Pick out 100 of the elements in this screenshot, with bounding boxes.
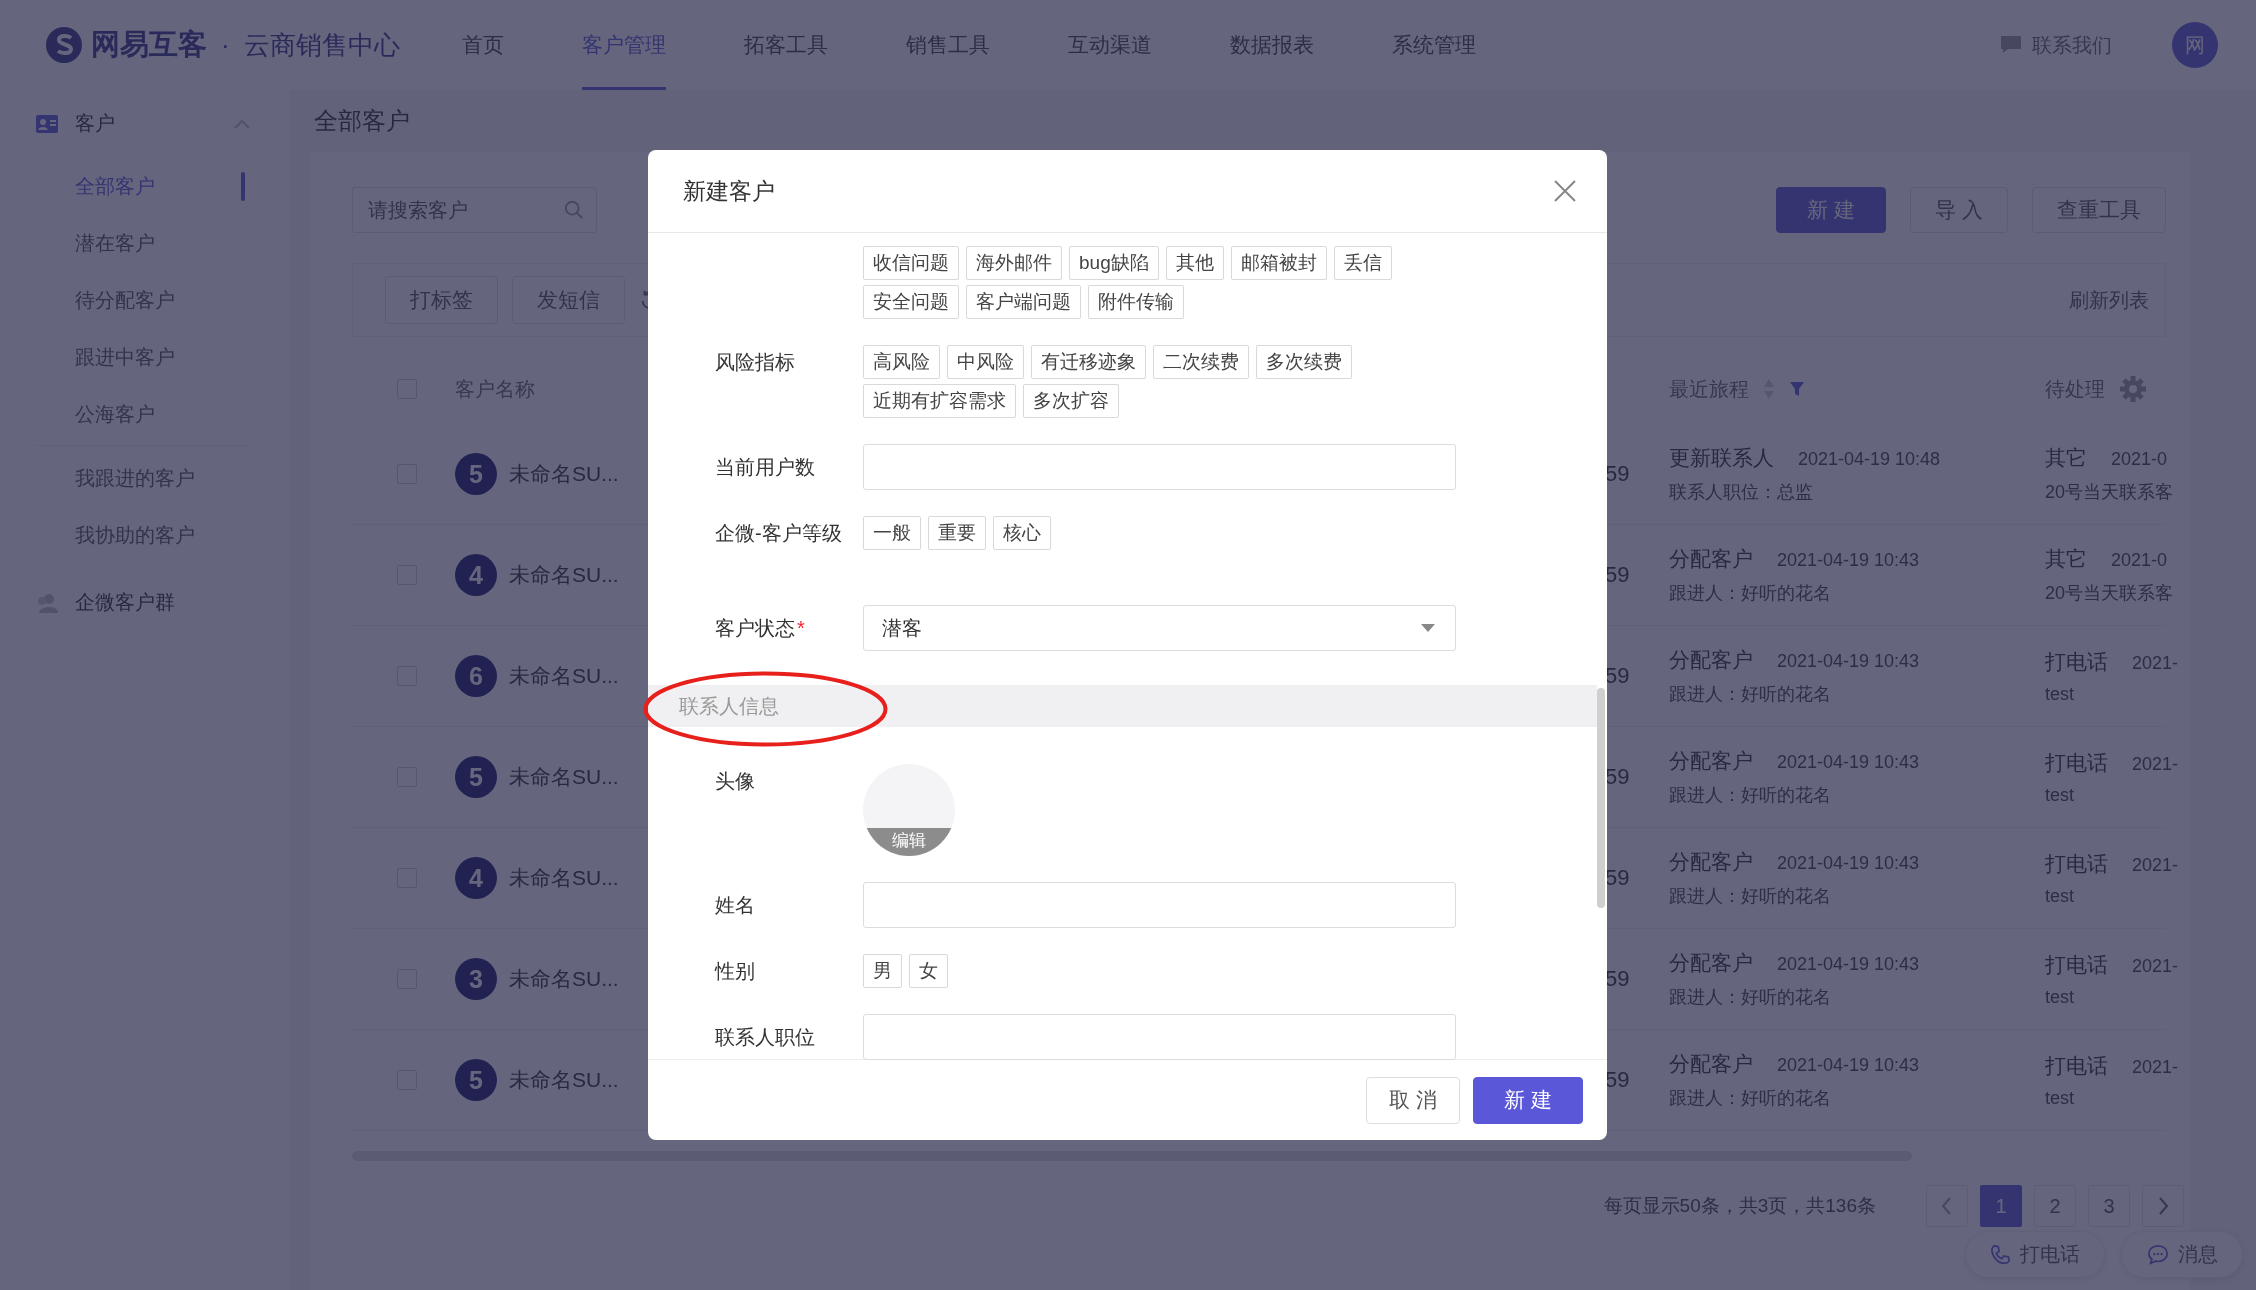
table-cell-text: 59 bbox=[1605, 764, 1631, 790]
journey-time: 2021-04-19 10:43 bbox=[1777, 752, 1920, 773]
tag-option[interactable]: 其他 bbox=[1165, 246, 1224, 280]
pending-time: 2021-0 bbox=[2111, 449, 2168, 470]
journey-detail: 跟进人：好听的花名 bbox=[1669, 582, 1832, 605]
journey-title: 分配客户 bbox=[1669, 849, 1753, 875]
tag-option[interactable]: 海外邮件 bbox=[966, 246, 1062, 280]
customer-name[interactable]: 未命名SU... bbox=[509, 965, 619, 993]
pagination-summary: 每页显示50条，共3页，共136条 bbox=[1603, 1194, 1876, 1218]
pending-detail: 20号当天联系客 bbox=[2045, 582, 2175, 605]
pending-detail: test bbox=[2045, 1087, 2075, 1109]
tag-option[interactable]: 客户端问题 bbox=[966, 285, 1081, 319]
close-icon bbox=[1553, 179, 1577, 203]
journey-detail: 跟进人：好听的花名 bbox=[1669, 986, 1832, 1009]
tag-option[interactable]: 有迁移迹象 bbox=[1031, 345, 1146, 379]
customer-name[interactable]: 未命名SU... bbox=[509, 763, 619, 791]
tag-option[interactable]: 男 bbox=[863, 954, 902, 988]
customer-name[interactable]: 未命名SU... bbox=[509, 1066, 619, 1094]
customer-name[interactable]: 未命名SU... bbox=[509, 460, 619, 488]
pending-detail: test bbox=[2045, 885, 2075, 907]
table-cell-text: 59 bbox=[1605, 663, 1631, 689]
pending-time: 2021- bbox=[2132, 854, 2179, 876]
tag-option[interactable]: 近期有扩容需求 bbox=[863, 384, 1016, 418]
dialog-button[interactable]: 新 建 bbox=[1473, 1076, 1583, 1124]
journey-title: 分配客户 bbox=[1669, 950, 1753, 976]
tag-option[interactable]: 收信问题 bbox=[863, 246, 959, 280]
status-select[interactable]: 潜客 bbox=[863, 605, 1456, 651]
dialog-button[interactable]: 取 消 bbox=[1366, 1076, 1461, 1124]
journey-title: 分配客户 bbox=[1669, 748, 1753, 774]
field-label: 风险指标 bbox=[715, 351, 795, 373]
brand-separator: · bbox=[220, 29, 231, 61]
field-label: 当前用户数 bbox=[715, 456, 815, 478]
tag-option[interactable]: 一般 bbox=[863, 516, 921, 550]
product-name: 云商销售中心 bbox=[243, 28, 400, 62]
field-label: 联系人职位 bbox=[715, 1026, 815, 1048]
pending-detail: 20号当天联系客 bbox=[2045, 481, 2175, 504]
journey-time: 2021-04-19 10:43 bbox=[1777, 954, 1920, 975]
text-input[interactable] bbox=[863, 1014, 1456, 1060]
pending-title: 打电话 bbox=[2045, 749, 2108, 776]
tag-option[interactable]: 女 bbox=[909, 954, 948, 988]
journey-title: 分配客户 bbox=[1669, 546, 1753, 572]
journey-title: 更新联系人 bbox=[1669, 445, 1774, 471]
journey-time: 2021-04-19 10:43 bbox=[1777, 550, 1920, 571]
tag-option[interactable]: 多次续费 bbox=[1256, 345, 1352, 379]
journey-time: 2021-04-19 10:43 bbox=[1777, 1055, 1920, 1076]
customer-name[interactable]: 未命名SU... bbox=[509, 864, 619, 892]
table-cell-text: 59 bbox=[1605, 966, 1631, 992]
pending-detail: test bbox=[2045, 683, 2075, 705]
pending-detail: test bbox=[2045, 784, 2075, 806]
text-input[interactable] bbox=[863, 882, 1456, 928]
caret-down-icon bbox=[1421, 624, 1435, 632]
required-mark: * bbox=[797, 617, 805, 639]
pending-title: 打电话 bbox=[2045, 648, 2108, 675]
pending-time: 2021- bbox=[2132, 652, 2179, 674]
avatar-upload[interactable]: 编辑 bbox=[863, 764, 955, 856]
journey-title: 分配客户 bbox=[1669, 1051, 1753, 1077]
customer-name[interactable]: 未命名SU... bbox=[509, 561, 619, 589]
pending-time: 2021- bbox=[2132, 955, 2179, 977]
journey-time: 2021-04-19 10:43 bbox=[1777, 651, 1920, 672]
pending-detail: test bbox=[2045, 986, 2075, 1008]
tag-option[interactable]: 高风险 bbox=[863, 345, 940, 379]
journey-detail: 联系人职位：总监 bbox=[1669, 481, 1814, 504]
tag-option[interactable]: 中风险 bbox=[947, 345, 1024, 379]
journey-detail: 跟进人：好听的花名 bbox=[1669, 784, 1832, 807]
field-label: 头像 bbox=[715, 770, 755, 792]
journey-time: 2021-04-19 10:43 bbox=[1777, 853, 1920, 874]
brand-name: 网易互客 bbox=[91, 27, 207, 62]
vertical-scrollbar[interactable] bbox=[1597, 688, 1605, 908]
journey-detail: 跟进人：好听的花名 bbox=[1669, 1087, 1832, 1110]
section-title: 联系人信息 bbox=[679, 693, 779, 719]
tag-option[interactable]: 丢信 bbox=[1333, 246, 1392, 280]
customer-name[interactable]: 未命名SU... bbox=[509, 662, 619, 690]
tag-option[interactable]: 重要 bbox=[928, 516, 986, 550]
table-cell-text: 59 bbox=[1605, 562, 1631, 588]
field-label: 企微-客户等级 bbox=[715, 522, 842, 544]
text-input[interactable] bbox=[863, 444, 1456, 490]
dialog-title: 新建客户 bbox=[683, 176, 776, 206]
journey-detail: 跟进人：好听的花名 bbox=[1669, 683, 1832, 706]
pending-title: 其它 bbox=[2045, 546, 2087, 572]
tag-option[interactable]: 核心 bbox=[993, 516, 1051, 550]
table-cell-text: 59 bbox=[1605, 865, 1631, 891]
pending-time: 2021-0 bbox=[2111, 550, 2168, 571]
table-cell-text: 59 bbox=[1605, 1067, 1631, 1093]
pending-title: 其它 bbox=[2045, 445, 2087, 471]
journey-detail: 跟进人：好听的花名 bbox=[1669, 885, 1832, 908]
tag-option[interactable]: 二次续费 bbox=[1153, 345, 1249, 379]
table-cell-text: 59 bbox=[1605, 461, 1631, 487]
tag-option[interactable]: 附件传输 bbox=[1088, 285, 1184, 319]
journey-title: 分配客户 bbox=[1669, 647, 1753, 673]
pending-time: 2021- bbox=[2132, 1056, 2179, 1078]
tag-option[interactable]: bug缺陷 bbox=[1069, 246, 1159, 280]
pending-title: 打电话 bbox=[2045, 1052, 2108, 1079]
page-title: 全部客户 bbox=[313, 106, 411, 136]
pending-title: 打电话 bbox=[2045, 850, 2108, 877]
pending-time: 2021- bbox=[2132, 753, 2179, 775]
tag-option[interactable]: 安全问题 bbox=[863, 285, 959, 319]
close-button[interactable] bbox=[1553, 179, 1577, 203]
tag-option[interactable]: 邮箱被封 bbox=[1230, 246, 1327, 280]
journey-time: 2021-04-19 10:48 bbox=[1798, 449, 1941, 470]
tag-option[interactable]: 多次扩容 bbox=[1023, 384, 1119, 418]
